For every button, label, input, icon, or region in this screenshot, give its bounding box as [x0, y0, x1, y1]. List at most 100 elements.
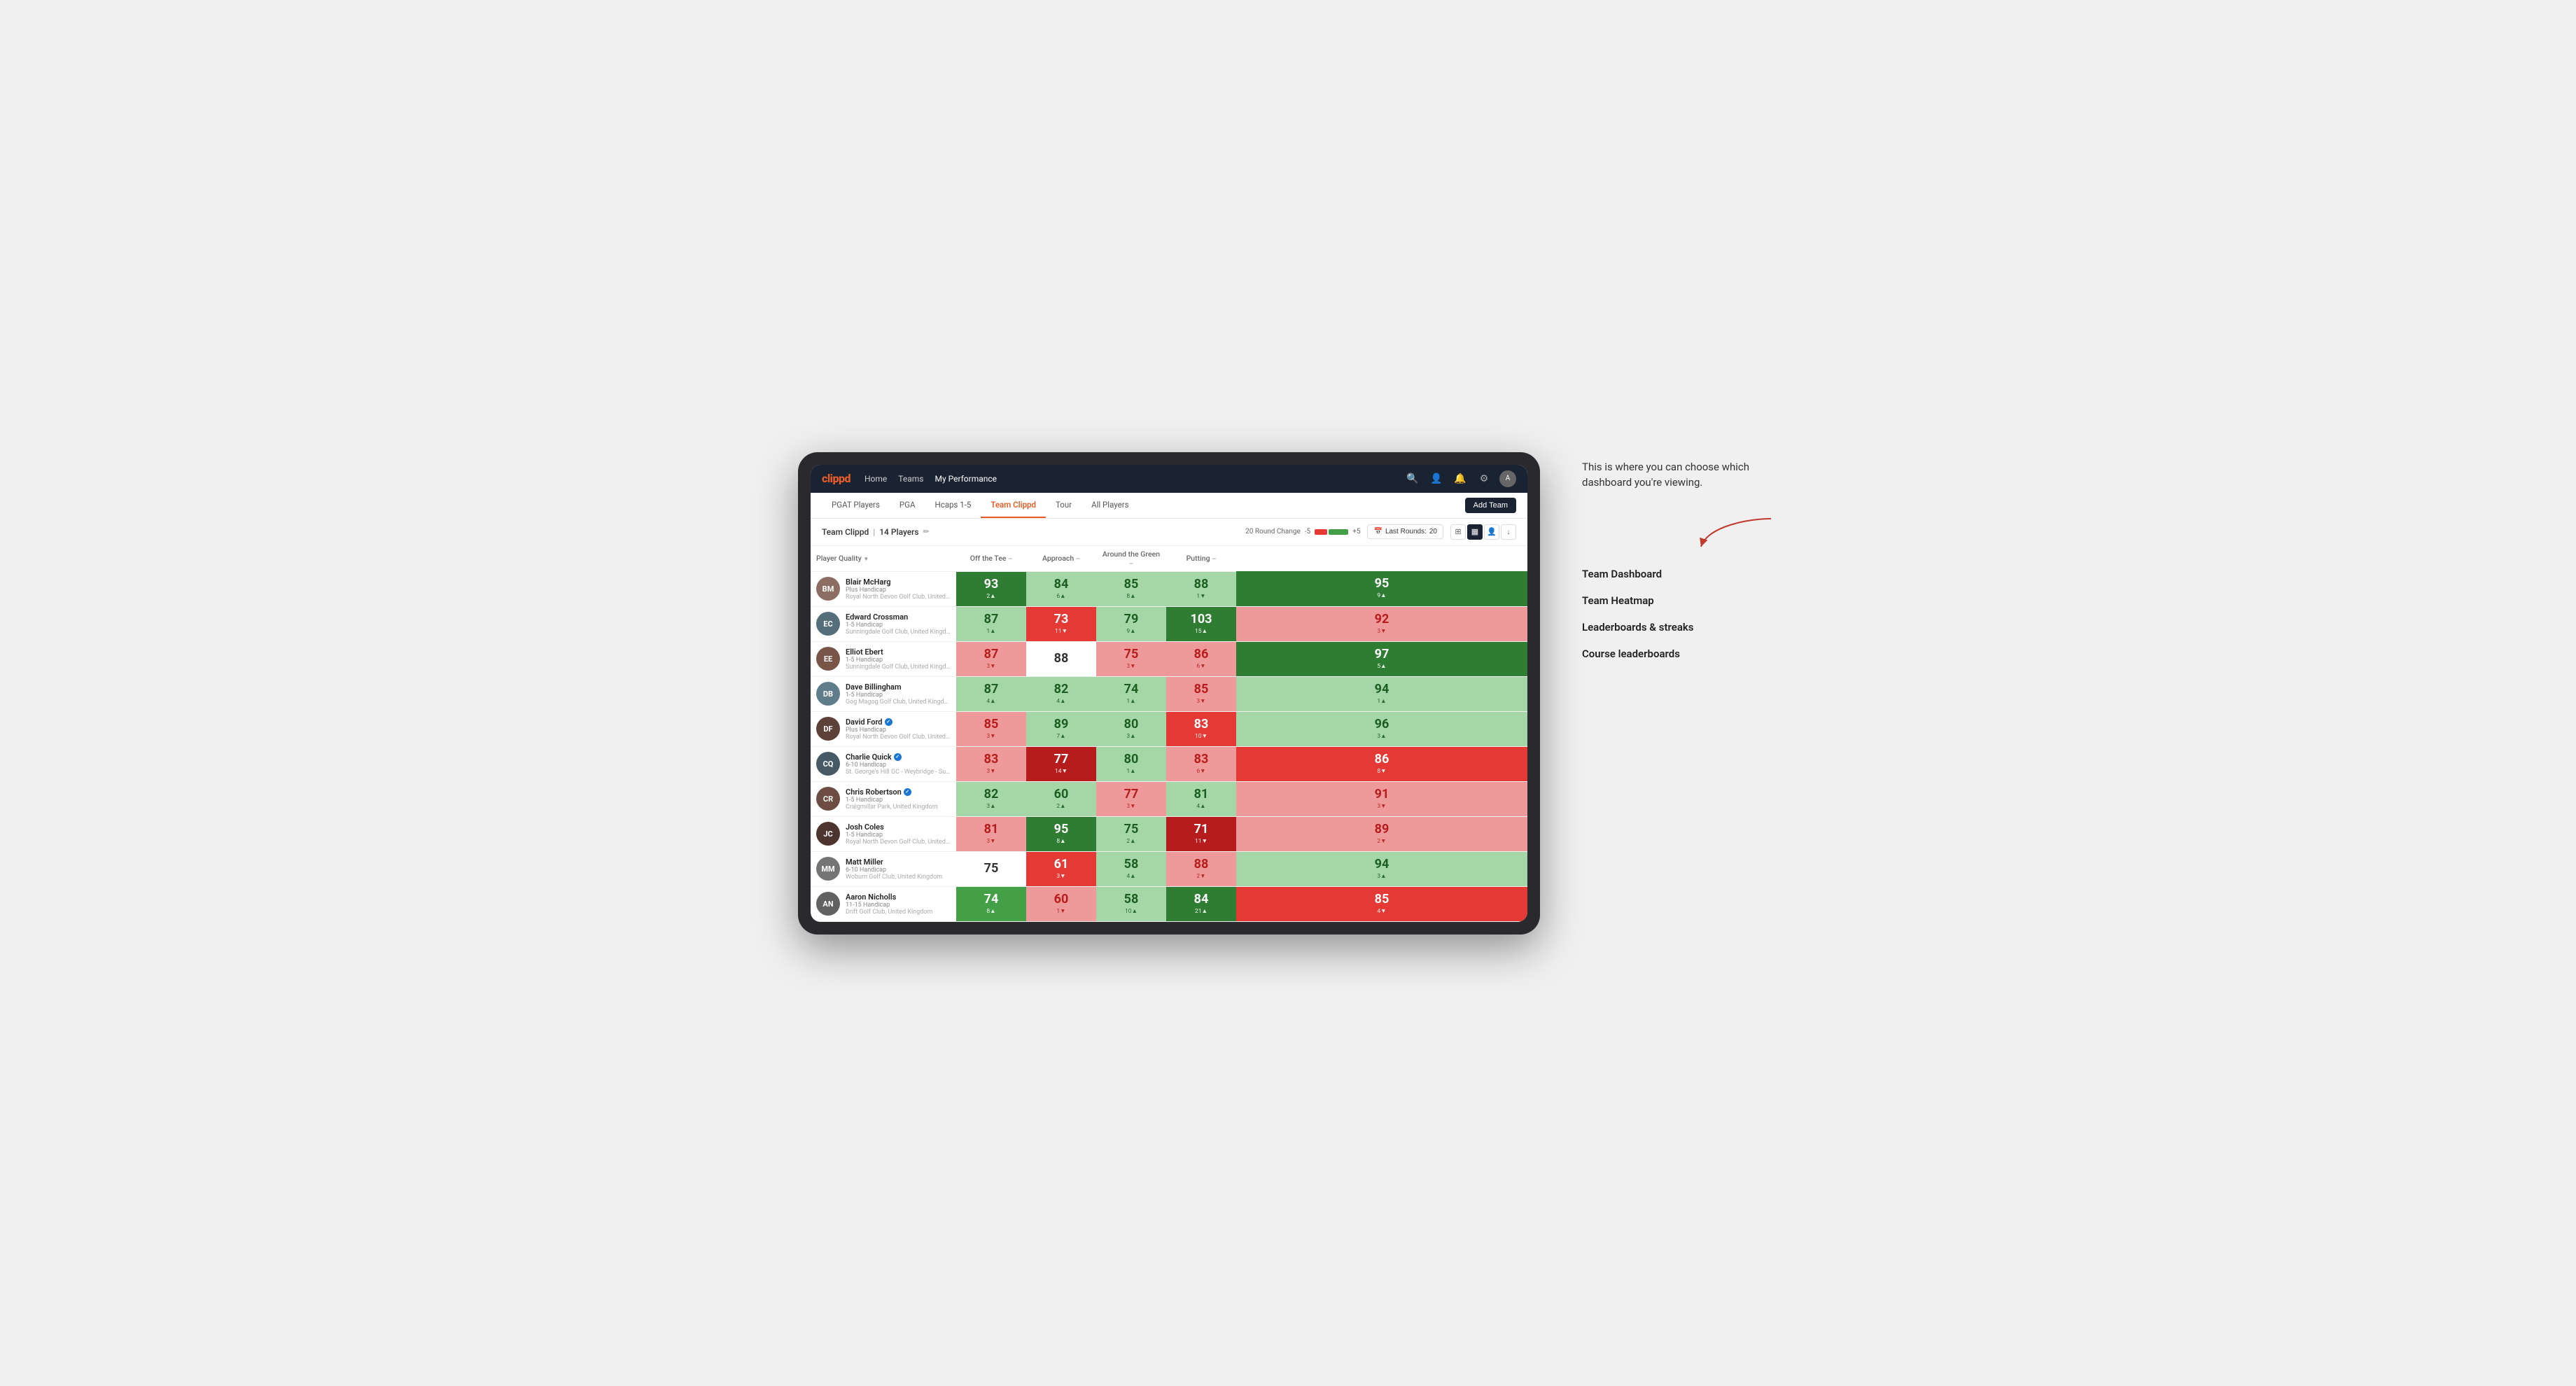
avatar[interactable]: A: [1499, 470, 1516, 487]
player-club: Sunningdale Golf Club, United Kingdom: [846, 629, 951, 636]
annotation-panel: This is where you can choose which dashb…: [1582, 452, 1778, 660]
nav-link-teams[interactable]: Teams: [898, 472, 923, 485]
player-club: Woburn Golf Club, United Kingdom: [846, 874, 951, 881]
team-controls: 20 Round Change -5 +5 📅 Last Rounds: 20: [1245, 524, 1516, 540]
edit-icon[interactable]: ✏: [923, 527, 930, 536]
annotation-item-1: Team Heatmap: [1582, 594, 1778, 607]
bar-red: [1315, 529, 1327, 535]
table-row[interactable]: MMMatt Miller6-10 HandicapWoburn Golf Cl…: [811, 851, 1527, 886]
logo: clippd: [822, 472, 850, 485]
verified-icon: ✓: [904, 788, 911, 796]
player-avatar: EE: [816, 647, 840, 671]
add-team-button[interactable]: Add Team: [1465, 498, 1516, 513]
stat-cell: 943▲: [1236, 851, 1527, 886]
stat-value: 83: [1194, 718, 1209, 731]
player-handicap: 1-5 Handicap: [846, 832, 951, 839]
stat-cell: 824▲: [1026, 676, 1096, 711]
table-row[interactable]: CRChris Robertson✓1-5 HandicapCraigmilla…: [811, 781, 1527, 816]
table-row[interactable]: EEElliot Ebert1-5 HandicapSunningdale Go…: [811, 641, 1527, 676]
stat-change: 6▼: [1196, 767, 1205, 775]
nav-links: Home Teams My Performance: [864, 472, 1390, 485]
stat-cell: 88: [1026, 641, 1096, 676]
player-handicap: 1-5 Handicap: [846, 797, 951, 804]
tab-pgat[interactable]: PGAT Players: [822, 493, 890, 518]
col-around-green: Around the Green —: [1096, 546, 1166, 572]
tab-teamclippd[interactable]: Team Clippd: [981, 493, 1046, 518]
stat-cell: 8421▲: [1166, 886, 1236, 921]
stat-value: 81: [1194, 788, 1209, 801]
player-club: Sunningdale Golf Club, United Kingdom: [846, 664, 951, 671]
annotation-item-3: Course leaderboards: [1582, 648, 1778, 660]
stat-change: 4▲: [1196, 802, 1205, 810]
last-rounds-button[interactable]: 📅 Last Rounds: 20: [1367, 524, 1443, 539]
nav-link-myperformance[interactable]: My Performance: [934, 472, 997, 485]
view-btn-list[interactable]: ⊞: [1450, 524, 1466, 540]
player-avatar: BM: [816, 577, 840, 601]
stat-value: 58: [1124, 893, 1139, 906]
stat-cell: 913▼: [1236, 781, 1527, 816]
sub-nav: PGAT Players PGA Hcaps 1-5 Team Clippd T…: [811, 493, 1527, 519]
stat-change: 1▼: [1056, 907, 1065, 915]
stat-value: 75: [1124, 823, 1139, 836]
player-name: Matt Miller: [846, 858, 951, 867]
stat-cell: 923▼: [1236, 606, 1527, 641]
tab-allplayers[interactable]: All Players: [1082, 493, 1138, 518]
view-btn-download[interactable]: ↓: [1501, 524, 1516, 540]
tab-pga[interactable]: PGA: [890, 493, 925, 518]
sort-arrow-offtee[interactable]: —: [1008, 556, 1012, 562]
stat-change: 3▼: [986, 662, 995, 670]
player-club: Royal North Devon Golf Club, United King…: [846, 594, 951, 601]
sub-nav-tabs: PGAT Players PGA Hcaps 1-5 Team Clippd T…: [822, 493, 1139, 518]
annotation-arrow-container: [1582, 512, 1778, 554]
player-avatar: JC: [816, 822, 840, 846]
stat-cell: 959▲: [1236, 571, 1527, 606]
table-row[interactable]: DBDave Billingham1-5 HandicapGog Magog G…: [811, 676, 1527, 711]
player-name: Chris Robertson✓: [846, 788, 951, 797]
stat-value: 77: [1054, 753, 1069, 766]
stat-cell: 853▼: [1166, 676, 1236, 711]
player-handicap: 1-5 Handicap: [846, 657, 951, 664]
sort-arrow-player[interactable]: ▼: [863, 556, 869, 562]
stat-change: 1▲: [1377, 697, 1386, 705]
sort-arrow-around[interactable]: —: [1129, 561, 1133, 567]
bell-icon[interactable]: 🔔: [1452, 470, 1469, 487]
view-btn-chart[interactable]: 👤: [1484, 524, 1499, 540]
stat-change: 2▼: [1196, 872, 1205, 880]
stat-cell: 7311▼: [1026, 606, 1096, 641]
search-icon[interactable]: 🔍: [1404, 470, 1421, 487]
stat-value: 74: [1124, 683, 1139, 696]
tab-tour[interactable]: Tour: [1046, 493, 1082, 518]
stat-cell: 601▼: [1026, 886, 1096, 921]
stat-cell: 871▲: [956, 606, 1026, 641]
stat-change: 14▼: [1055, 767, 1068, 775]
stat-cell: 752▲: [1096, 816, 1166, 851]
stat-change: 11▼: [1055, 627, 1068, 635]
stat-change: 3▼: [1377, 802, 1386, 810]
table-row[interactable]: ANAaron Nicholls11-15 HandicapDrift Golf…: [811, 886, 1527, 921]
settings-icon[interactable]: ⚙: [1476, 470, 1492, 487]
player-avatar: CQ: [816, 752, 840, 776]
table-row[interactable]: JCJosh Coles1-5 HandicapRoyal North Devo…: [811, 816, 1527, 851]
stat-value: 89: [1375, 823, 1390, 836]
table-row[interactable]: CQCharlie Quick✓6-10 HandicapSt. George'…: [811, 746, 1527, 781]
user-icon[interactable]: 👤: [1428, 470, 1445, 487]
sort-arrow-putting[interactable]: —: [1212, 556, 1216, 562]
tab-hcaps[interactable]: Hcaps 1-5: [925, 493, 981, 518]
stat-change: 2▼: [1377, 837, 1386, 845]
stat-value: 82: [1054, 683, 1069, 696]
table-row[interactable]: DFDavid Ford✓Plus HandicapRoyal North De…: [811, 711, 1527, 746]
view-btn-heatmap[interactable]: ▦: [1467, 524, 1483, 540]
table-row[interactable]: ECEdward Crossman1-5 HandicapSunningdale…: [811, 606, 1527, 641]
nav-icons: 🔍 👤 🔔 ⚙ A: [1404, 470, 1516, 487]
sort-arrow-approach[interactable]: —: [1076, 556, 1080, 562]
table-row[interactable]: BMBlair McHargPlus HandicapRoyal North D…: [811, 571, 1527, 606]
nav-link-home[interactable]: Home: [864, 472, 887, 485]
stat-change: 10▼: [1195, 732, 1208, 740]
stat-value: 94: [1375, 858, 1390, 871]
stat-cell: 868▼: [1236, 746, 1527, 781]
stat-change: 2▲: [986, 592, 995, 600]
stat-cell: 75: [956, 851, 1026, 886]
stat-cell: 882▼: [1166, 851, 1236, 886]
stat-value: 83: [984, 753, 999, 766]
stat-cell: 803▲: [1096, 711, 1166, 746]
